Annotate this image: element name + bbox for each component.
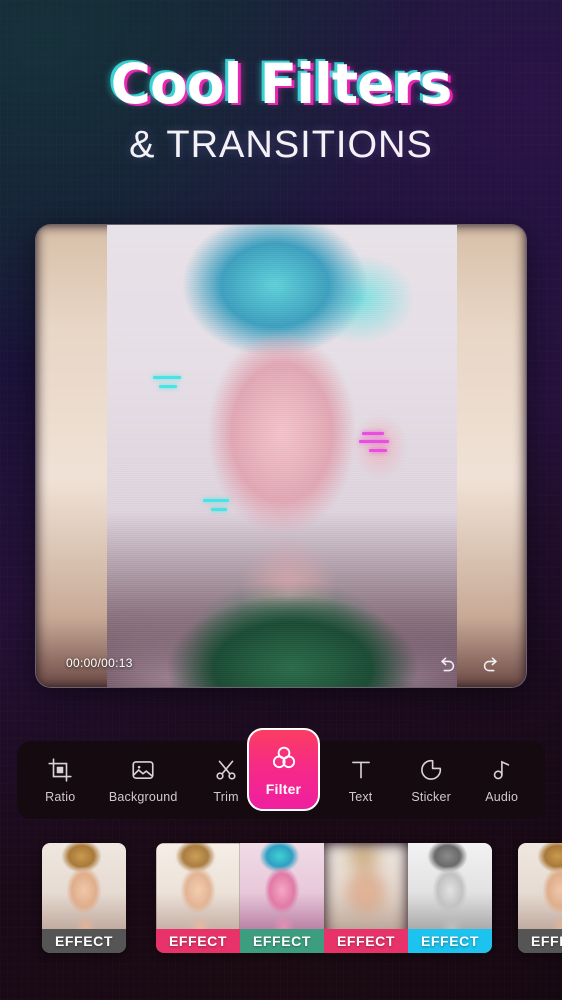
image-icon [130, 757, 156, 783]
film-grain-overlay [107, 225, 457, 687]
thumbnail-label: EFFECT [240, 929, 324, 953]
thumbnail-label: EFFECT [518, 929, 562, 953]
tool-sticker[interactable]: Sticker [405, 753, 457, 808]
music-note-icon [489, 757, 515, 783]
filter-thumbnail[interactable]: EFFECT [408, 843, 492, 953]
crop-icon [47, 757, 73, 783]
glitch-bar-cyan [211, 508, 227, 511]
filter-thumbnail[interactable]: EFFECT [42, 843, 126, 953]
glitch-bar-cyan [153, 376, 181, 379]
page-title: Cool Filters [110, 52, 453, 116]
tool-label: Text [348, 789, 373, 804]
app-root: Cool Filters & TRANSITIONS 00:00/00:13 R… [0, 0, 562, 1000]
scissors-icon [213, 757, 239, 783]
video-preview[interactable]: 00:00/00:13 [35, 224, 527, 688]
filter-thumbnail[interactable]: EFFECT [156, 843, 240, 953]
thumbnail-label: EFFECT [156, 929, 240, 953]
tool-label: Filter [265, 780, 302, 797]
tool-trim[interactable]: Trim [200, 753, 252, 808]
tool-label: Trim [213, 789, 239, 804]
thumbnail-label: EFFECT [324, 929, 408, 953]
tool-audio[interactable]: Audio [476, 753, 528, 808]
tool-text[interactable]: Text [335, 753, 387, 808]
tool-ratio[interactable]: Ratio [34, 753, 86, 808]
thumbnail-label: EFFECT [408, 929, 492, 953]
glitch-bar-cyan [159, 385, 177, 388]
glitch-bar-cyan [203, 499, 229, 502]
filter-thumbnail[interactable]: EFFECT [324, 843, 408, 953]
sticker-icon [418, 757, 444, 783]
tool-label: Ratio [45, 789, 76, 804]
filter-thumbnail-strip[interactable]: EFFECT EFFECT EFFECT EFFECT EFFECT EFFEC… [0, 843, 562, 955]
filter-circles-icon [269, 743, 299, 773]
tool-label: Sticker [411, 789, 451, 804]
tool-filter[interactable]: Filter [247, 728, 320, 811]
page-subtitle: & TRANSITIONS [129, 123, 433, 166]
preview-video-area[interactable] [107, 225, 457, 687]
history-actions [436, 655, 502, 677]
text-t-icon [348, 757, 374, 783]
tool-label: Background [108, 789, 178, 804]
editor-toolbar: Ratio Background Trim Filter Text Sticke… [17, 728, 545, 819]
glitch-bar-magenta [362, 432, 384, 435]
timecode-label: 00:00/00:13 [66, 656, 133, 670]
redo-icon[interactable] [480, 655, 502, 677]
tool-background[interactable]: Background [105, 753, 182, 808]
filter-thumbnail[interactable]: EFFECT [240, 843, 324, 953]
undo-icon[interactable] [436, 655, 458, 677]
thumbnail-label: EFFECT [42, 929, 126, 953]
tool-label: Audio [485, 789, 519, 804]
glitch-bar-magenta [369, 449, 387, 452]
glitch-bar-magenta [359, 440, 389, 443]
headline: Cool Filters & TRANSITIONS [0, 52, 562, 167]
filter-thumbnail[interactable]: EFFECT [518, 843, 562, 953]
filter-thumbnail-group[interactable]: EFFECT EFFECT EFFECT EFFECT [156, 843, 492, 953]
